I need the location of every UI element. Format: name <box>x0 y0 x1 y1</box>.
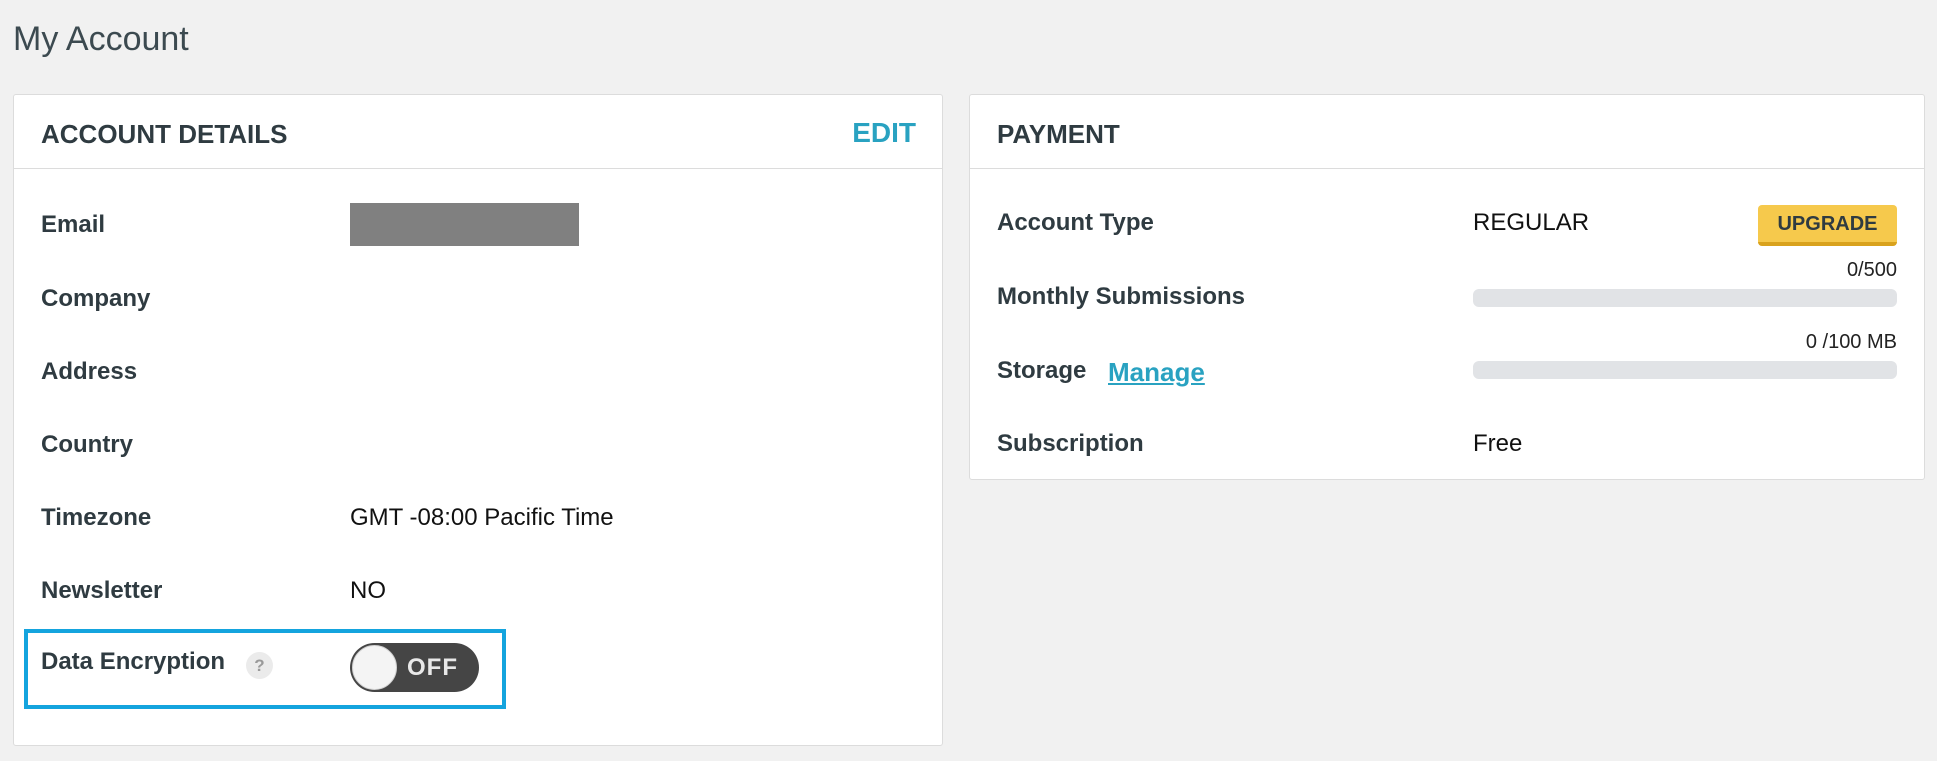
submissions-usage: 0/500 <box>1846 259 1897 281</box>
manage-storage-link[interactable]: Manage <box>1108 357 1205 388</box>
upgrade-button[interactable]: UPGRADE <box>1758 205 1897 246</box>
account-details-header: ACCOUNT DETAILS EDIT <box>14 95 942 169</box>
toggle-knob <box>352 645 397 690</box>
account-details-title: ACCOUNT DETAILS <box>41 119 288 149</box>
subscription-value: Free <box>1473 430 1523 457</box>
email-value-redacted <box>350 203 579 246</box>
edit-button[interactable]: EDIT <box>852 117 916 149</box>
account-details-card: ACCOUNT DETAILS EDIT Email Company Addre… <box>13 94 943 746</box>
country-label: Country <box>41 431 133 458</box>
toggle-state-label: OFF <box>407 654 458 681</box>
page-title: My Account <box>13 20 189 58</box>
submissions-progress-bar <box>1473 289 1897 307</box>
storage-label: Storage <box>997 357 1087 384</box>
help-icon[interactable]: ? <box>246 652 273 679</box>
payment-card: PAYMENT Account Type REGULAR UPGRADE 0/5… <box>969 94 1925 480</box>
newsletter-value: NO <box>350 577 386 604</box>
account-type-value: REGULAR <box>1473 209 1590 236</box>
data-encryption-label: Data Encryption <box>41 648 226 675</box>
storage-usage: 0 /100 MB <box>1805 331 1897 353</box>
timezone-value: GMT -08:00 Pacific Time <box>350 504 614 531</box>
subscription-label: Subscription <box>997 430 1144 457</box>
account-type-label: Account Type <box>997 209 1154 236</box>
monthly-submissions-label: Monthly Submissions <box>997 283 1246 310</box>
newsletter-label: Newsletter <box>41 577 163 604</box>
payment-title: PAYMENT <box>997 119 1120 149</box>
address-label: Address <box>41 358 138 385</box>
timezone-label: Timezone <box>41 504 152 531</box>
payment-header: PAYMENT <box>970 95 1924 169</box>
company-label: Company <box>41 285 151 312</box>
email-label: Email <box>41 211 106 238</box>
data-encryption-toggle[interactable]: OFF <box>350 643 479 692</box>
storage-progress-bar <box>1473 361 1897 379</box>
